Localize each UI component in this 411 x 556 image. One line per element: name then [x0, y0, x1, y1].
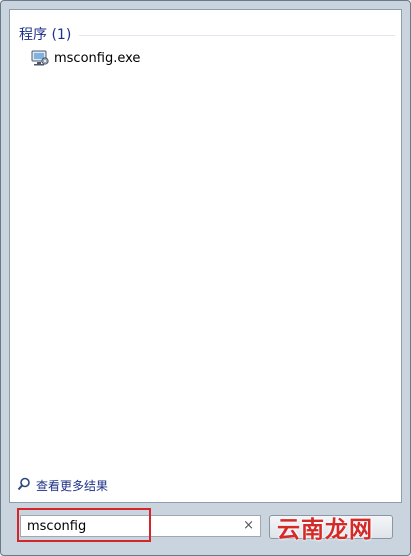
clear-search-button[interactable]: × — [243, 518, 254, 534]
system-config-icon — [31, 50, 49, 66]
start-menu-panel: 程序 (1) msconfig.exe 查看更多结果 msconfig × 云南… — [0, 0, 411, 556]
group-divider — [79, 34, 395, 36]
search-box[interactable]: × — [20, 515, 261, 537]
search-icon — [17, 477, 31, 494]
see-more-label: 查看更多结果 — [36, 479, 109, 493]
group-title: 程序 (1) — [19, 27, 72, 43]
result-item-msconfig[interactable]: msconfig.exe — [27, 47, 146, 69]
result-item-label: msconfig.exe — [54, 50, 141, 66]
results-group-header: 程序 (1) — [19, 24, 395, 44]
search-results-pane: 程序 (1) msconfig.exe — [9, 9, 402, 503]
see-more-results-link[interactable]: 查看更多结果 — [17, 477, 108, 494]
search-input[interactable] — [21, 518, 243, 534]
watermark-logo: 云南龙网 — [277, 517, 373, 543]
